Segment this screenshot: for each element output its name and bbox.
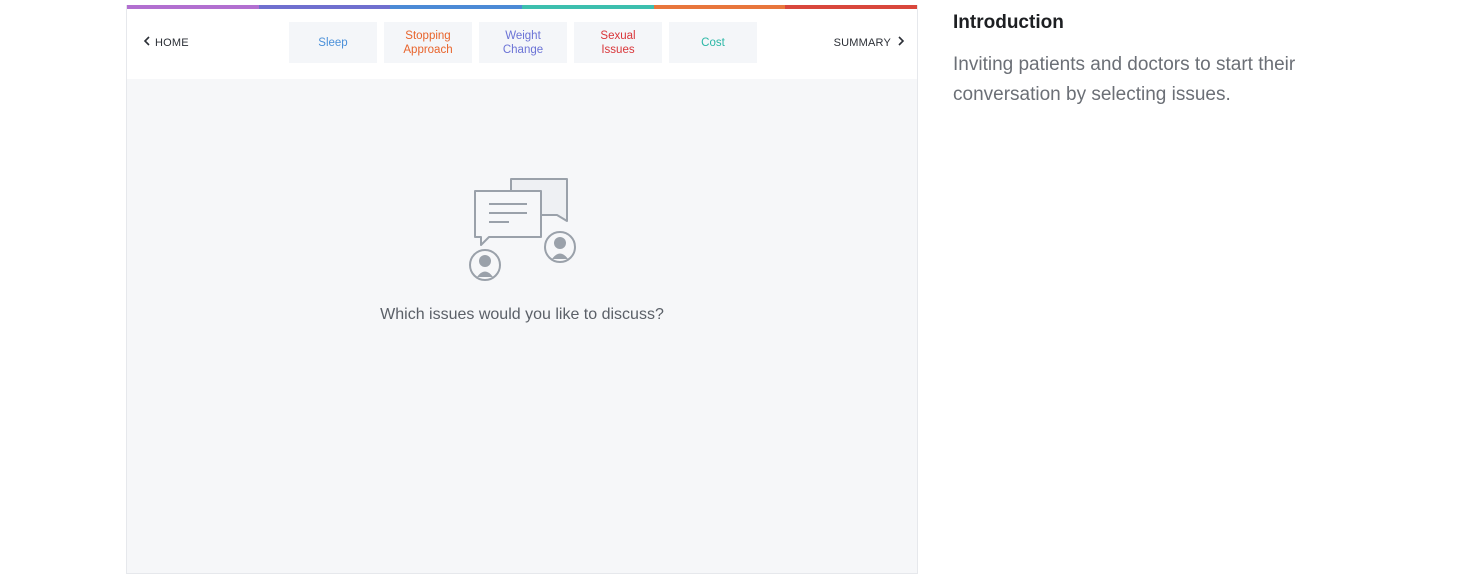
tab-weight-change[interactable]: Weight Change bbox=[479, 22, 567, 63]
section-description: Inviting patients and doctors to start t… bbox=[953, 54, 1296, 105]
tab-label: Stopping Approach bbox=[403, 29, 453, 56]
tab-label: Sleep bbox=[318, 36, 348, 49]
summary-button[interactable]: SUMMARY bbox=[834, 36, 905, 49]
tab-sexual-issues[interactable]: Sexual Issues bbox=[574, 22, 662, 63]
tab-sleep[interactable]: Sleep bbox=[289, 22, 377, 63]
home-label: HOME bbox=[155, 36, 189, 49]
main-content: Which issues would you like to discuss? bbox=[127, 79, 917, 573]
discussion-prompt: Which issues would you like to discuss? bbox=[380, 306, 664, 323]
app-frame: HOME Sleep Stopping Approach Weight Chan… bbox=[126, 5, 918, 574]
tab-label: Sexual Issues bbox=[600, 29, 636, 56]
chevron-right-icon bbox=[897, 36, 905, 49]
chevron-left-icon bbox=[143, 36, 151, 49]
tab-cost[interactable]: Cost bbox=[669, 22, 757, 63]
summary-label: SUMMARY bbox=[833, 36, 891, 49]
tab-stopping-approach[interactable]: Stopping Approach bbox=[384, 22, 472, 63]
tab-label: Weight Change bbox=[502, 29, 544, 56]
issue-tabs: Sleep Stopping Approach Weight Change Se… bbox=[289, 22, 757, 63]
top-navigation: HOME Sleep Stopping Approach Weight Chan… bbox=[127, 9, 917, 79]
side-panel: Introduction Inviting patients and docto… bbox=[953, 12, 1373, 110]
tab-label: Cost bbox=[701, 36, 725, 49]
section-title: Introduction bbox=[953, 12, 1064, 33]
conversation-icon bbox=[467, 177, 582, 292]
home-button[interactable]: HOME bbox=[143, 36, 189, 49]
